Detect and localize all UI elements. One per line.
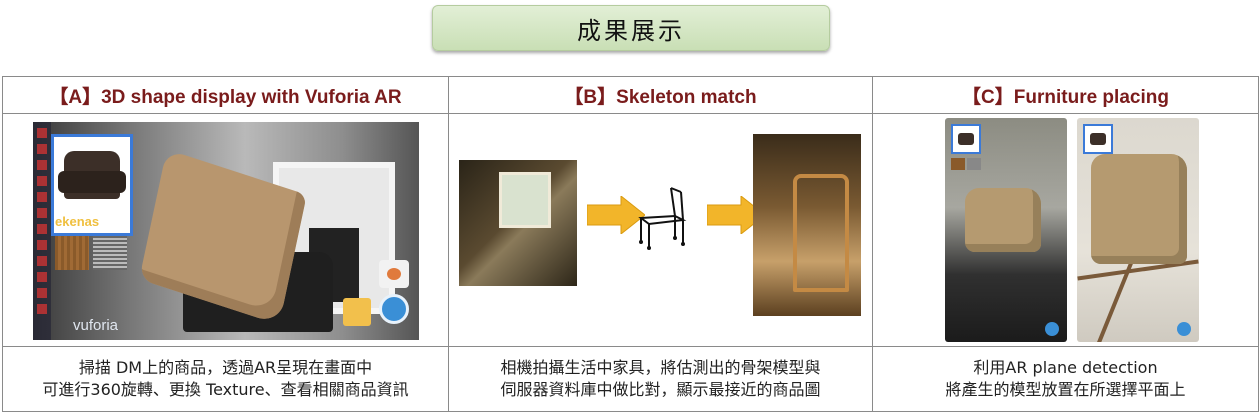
results-table: 【A】3D shape display with Vuforia AR 【B】S… [2,76,1259,412]
fabric-texture-swatch[interactable] [93,236,127,270]
texture-swatch[interactable] [951,158,965,170]
panel-b-caption: 相機拍攝生活中家具，將估測出的骨架模型與 伺服器資料庫中做比對，顯示最接近的商品圖 [448,346,873,412]
panel-c-image [872,113,1259,347]
wood-texture-swatch[interactable] [55,236,89,270]
target-icon[interactable] [1045,322,1059,336]
panel-c-caption: 利用AR plane detection 將產生的模型放置在所選擇平面上 [872,346,1259,412]
panel-c-header: 【C】Furniture placing [872,76,1259,114]
wooden-chair [793,174,849,292]
vuforia-logo: vuforia [73,317,119,334]
panel-a-header: 【A】3D shape display with Vuforia AR [2,76,449,114]
phone-screenshot-1 [945,118,1067,342]
desktop-icons [33,122,51,340]
vuforia-ar-screenshot: ekenas vuforia [33,122,419,340]
panel-a-caption: 掃描 DM上的商品，透過AR呈現在畫面中 可進行360旋轉、更換 Texture、… [2,346,449,412]
ar-chair-model [1091,154,1187,264]
product-thumbnail[interactable] [951,124,981,154]
phone-screenshot-2 [1077,118,1199,342]
texture-swatch[interactable] [967,158,981,170]
shopping-bag-icon[interactable] [343,298,371,326]
armchair-icon [58,151,126,199]
target-icon[interactable] [379,294,409,324]
ar-chair-model [965,188,1041,252]
product-name-label: ekenas [55,214,100,229]
panel-b-header: 【B】Skeleton match [448,76,873,114]
camera-icon[interactable] [379,260,409,288]
input-photo [459,160,577,286]
page-title: 成果展示 [432,5,830,51]
window [499,172,551,228]
matched-product-photo [753,134,861,316]
skeleton-chair-icon [638,187,687,250]
product-thumbnail[interactable] [1083,124,1113,154]
panel-a-image: ekenas vuforia [2,113,449,347]
panel-b-image [448,113,873,347]
target-icon[interactable] [1177,322,1191,336]
